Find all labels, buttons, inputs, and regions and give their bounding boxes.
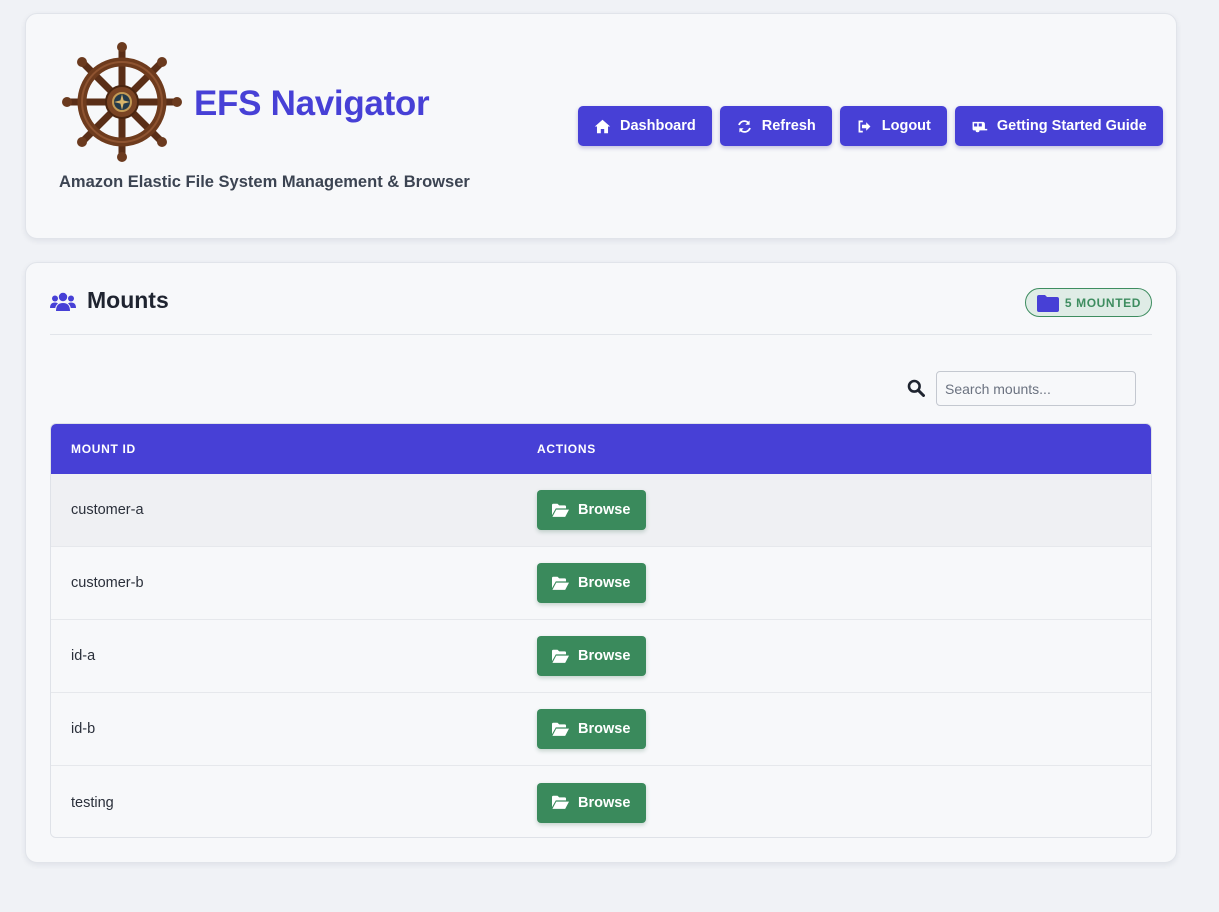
browse-button[interactable]: Browse bbox=[537, 636, 647, 676]
dashboard-button[interactable]: Dashboard bbox=[578, 106, 712, 146]
column-header-mount-id: MOUNT ID bbox=[71, 442, 136, 456]
table-header: MOUNT ID ACTIONS bbox=[51, 424, 1151, 474]
logout-button[interactable]: Logout bbox=[839, 106, 947, 146]
users-icon bbox=[50, 292, 76, 311]
logout-icon bbox=[858, 120, 871, 132]
folder-open-icon bbox=[552, 576, 569, 590]
dashboard-button-label: Dashboard bbox=[620, 118, 696, 134]
mount-id-cell: id-b bbox=[71, 721, 96, 737]
nav-buttons: Dashboard Refresh Logout Getting Started… bbox=[578, 106, 1163, 146]
browse-button-label: Browse bbox=[578, 575, 631, 591]
getting-started-guide-button-label: Getting Started Guide bbox=[996, 118, 1147, 134]
mount-id-cell: customer-a bbox=[71, 502, 144, 518]
mounts-title: Mounts bbox=[87, 287, 169, 313]
browse-button-label: Browse bbox=[578, 502, 631, 518]
browse-button[interactable]: Browse bbox=[537, 563, 647, 603]
folder-open-icon bbox=[552, 722, 569, 736]
browse-button-label: Browse bbox=[578, 794, 631, 811]
folder-icon bbox=[1036, 294, 1059, 312]
column-header-actions: ACTIONS bbox=[537, 442, 596, 456]
mount-id-cell: testing bbox=[71, 794, 114, 811]
browse-button[interactable]: Browse bbox=[537, 782, 647, 823]
browse-button-label: Browse bbox=[578, 721, 631, 737]
mounted-count-label: 5 MOUNTED bbox=[1064, 295, 1141, 310]
folder-open-icon bbox=[552, 795, 569, 809]
app-subtitle: Amazon Elastic File System Management & … bbox=[59, 173, 470, 191]
browse-button-label: Browse bbox=[578, 648, 631, 664]
browse-button[interactable]: Browse bbox=[537, 490, 647, 530]
table-row: testing Browse bbox=[51, 766, 1151, 837]
table-row: customer-a Browse bbox=[51, 474, 1151, 547]
folder-open-icon bbox=[552, 649, 569, 663]
mounts-table: MOUNT ID ACTIONS customer-a Browse custo… bbox=[50, 423, 1152, 838]
refresh-icon bbox=[737, 119, 751, 133]
table-row: customer-b Browse bbox=[51, 547, 1151, 620]
home-icon bbox=[594, 119, 611, 133]
mounted-count-badge: 5 MOUNTED bbox=[1024, 288, 1152, 317]
mounts-card: Mounts 5 MOUNTED MOUNT ID ACTIONS custom… bbox=[25, 262, 1177, 863]
refresh-button-label: Refresh bbox=[761, 118, 816, 134]
header-card: EFS Navigator Amazon Elastic File System… bbox=[25, 13, 1177, 239]
mount-id-cell: customer-b bbox=[71, 575, 144, 591]
refresh-button[interactable]: Refresh bbox=[719, 106, 832, 146]
getting-started-guide-button[interactable]: Getting Started Guide bbox=[954, 106, 1163, 146]
table-row: id-b Browse bbox=[51, 693, 1151, 766]
caravan-icon bbox=[972, 121, 988, 132]
logout-button-label: Logout bbox=[881, 118, 931, 134]
mount-id-cell: id-a bbox=[71, 648, 96, 664]
app-title: EFS Navigator bbox=[194, 84, 430, 123]
folder-open-icon bbox=[552, 503, 569, 517]
mounts-header: Mounts 5 MOUNTED bbox=[50, 287, 1152, 335]
search-input[interactable] bbox=[936, 371, 1136, 406]
search-icon bbox=[907, 379, 925, 397]
browse-button[interactable]: Browse bbox=[537, 709, 647, 749]
ship-wheel-icon bbox=[62, 42, 182, 162]
table-row: id-a Browse bbox=[51, 620, 1151, 693]
